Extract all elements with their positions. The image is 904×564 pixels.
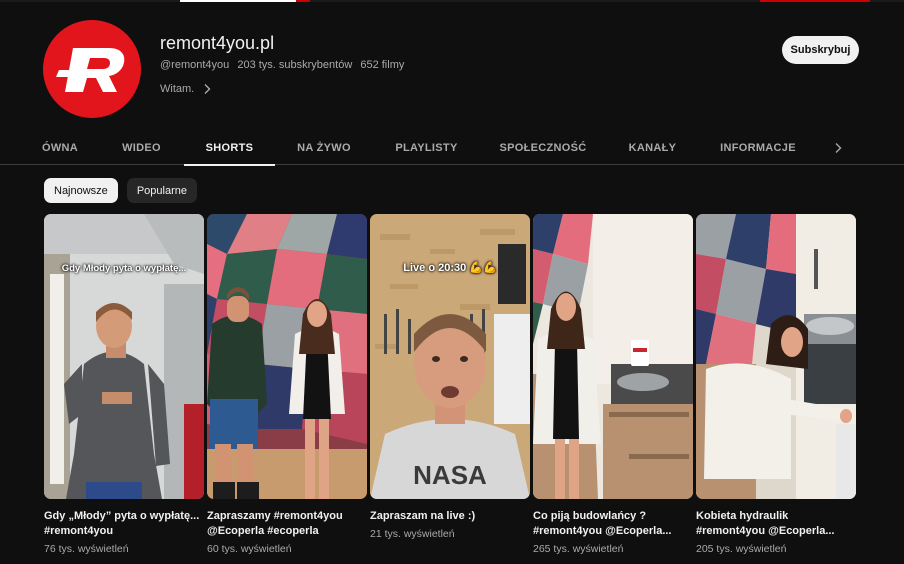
channel-name: remont4you.pl <box>160 33 275 53</box>
short-thumbnail[interactable] <box>207 214 367 499</box>
short-views: 60 tys. wyświetleń <box>207 543 292 555</box>
short-views: 265 tys. wyświetleń <box>533 543 624 555</box>
sort-filters: Najnowsze Popularne <box>44 178 197 203</box>
tab-shorts[interactable]: SHORTS <box>184 130 275 166</box>
tabs-next-button[interactable] <box>826 130 850 165</box>
short-thumbnail-image <box>207 214 367 499</box>
short-thumbnail[interactable] <box>533 214 693 499</box>
channel-logo <box>56 48 125 92</box>
short-card[interactable]: Kobieta hydraulik #remont4you @Ecoperla.… <box>696 214 856 555</box>
short-card[interactable]: Gdy Młody pyta o wypłatę... Gdy „Młody” … <box>44 214 204 555</box>
channel-description-link[interactable]: Witam. <box>160 83 212 95</box>
tab-channels[interactable]: KANAŁY <box>626 130 679 165</box>
short-views: 76 tys. wyświetleń <box>44 543 129 555</box>
short-thumbnail[interactable]: Gdy Młody pyta o wypłatę... <box>44 214 204 499</box>
short-title[interactable]: Zapraszam na live :) <box>370 509 530 524</box>
short-title[interactable]: Zapraszamy #remont4you @Ecoperla #ecoper… <box>207 509 367 539</box>
channel-description: Witam. <box>160 83 195 95</box>
short-title[interactable]: Kobieta hydraulik #remont4you @Ecoperla.… <box>696 509 856 539</box>
chevron-right-icon <box>835 142 842 153</box>
tab-live[interactable]: NA ŻYWO <box>294 130 354 165</box>
short-thumbnail-image <box>696 214 856 499</box>
subscriber-count: 203 tys. subskrybentów <box>237 59 353 71</box>
tab-community[interactable]: SPOŁECZNOŚĆ <box>499 130 586 165</box>
short-thumbnail-image <box>533 214 693 499</box>
short-card[interactable]: Co piją budowlańcy ? #remont4you @Ecoper… <box>533 214 693 555</box>
short-views: 21 tys. wyświetleń <box>370 528 455 540</box>
chevron-right-icon <box>204 84 211 94</box>
tab-videos[interactable]: WIDEO <box>118 130 165 165</box>
short-card[interactable]: NASA Live o 20:30 💪💪 Zapraszam na live :… <box>370 214 530 540</box>
channel-avatar[interactable] <box>43 20 141 118</box>
short-thumbnail-image <box>44 214 204 499</box>
channel-meta: @remont4you 203 tys. subskrybentów 652 f… <box>160 59 409 71</box>
short-views: 205 tys. wyświetleń <box>696 543 787 555</box>
short-title[interactable]: Gdy „Młody” pyta o wypłatę... #remont4yo… <box>44 509 204 539</box>
svg-text:NASA: NASA <box>413 460 487 490</box>
tab-about[interactable]: INFORMACJE <box>718 130 798 165</box>
tab-home[interactable]: ÓWNA <box>42 130 78 165</box>
short-thumbnail[interactable]: NASA Live o 20:30 💪💪 <box>370 214 530 499</box>
short-thumbnail[interactable] <box>696 214 856 499</box>
filter-popular[interactable]: Popularne <box>126 178 197 203</box>
tab-playlists[interactable]: PLAYLISTY <box>393 130 460 165</box>
short-thumbnail-image: NASA <box>370 214 530 499</box>
channel-tabs: ÓWNA WIDEO SHORTS NA ŻYWO PLAYLISTY SPOŁ… <box>0 130 904 166</box>
subscribe-button[interactable]: Subskrybuj <box>782 36 859 64</box>
channel-handle: @remont4you <box>160 59 230 71</box>
short-title[interactable]: Co piją budowlańcy ? #remont4you @Ecoper… <box>533 509 693 539</box>
short-overlay-caption: Gdy Młody pyta o wypłatę... <box>61 263 187 274</box>
filter-newest[interactable]: Najnowsze <box>44 178 118 203</box>
short-overlay-caption: Live o 20:30 💪💪 <box>403 262 497 274</box>
short-card[interactable]: Zapraszamy #remont4you @Ecoperla #ecoper… <box>207 214 367 555</box>
video-count: 652 filmy <box>360 59 405 71</box>
channel-header: remont4you.pl @remont4you 203 tys. subsk… <box>0 0 904 128</box>
